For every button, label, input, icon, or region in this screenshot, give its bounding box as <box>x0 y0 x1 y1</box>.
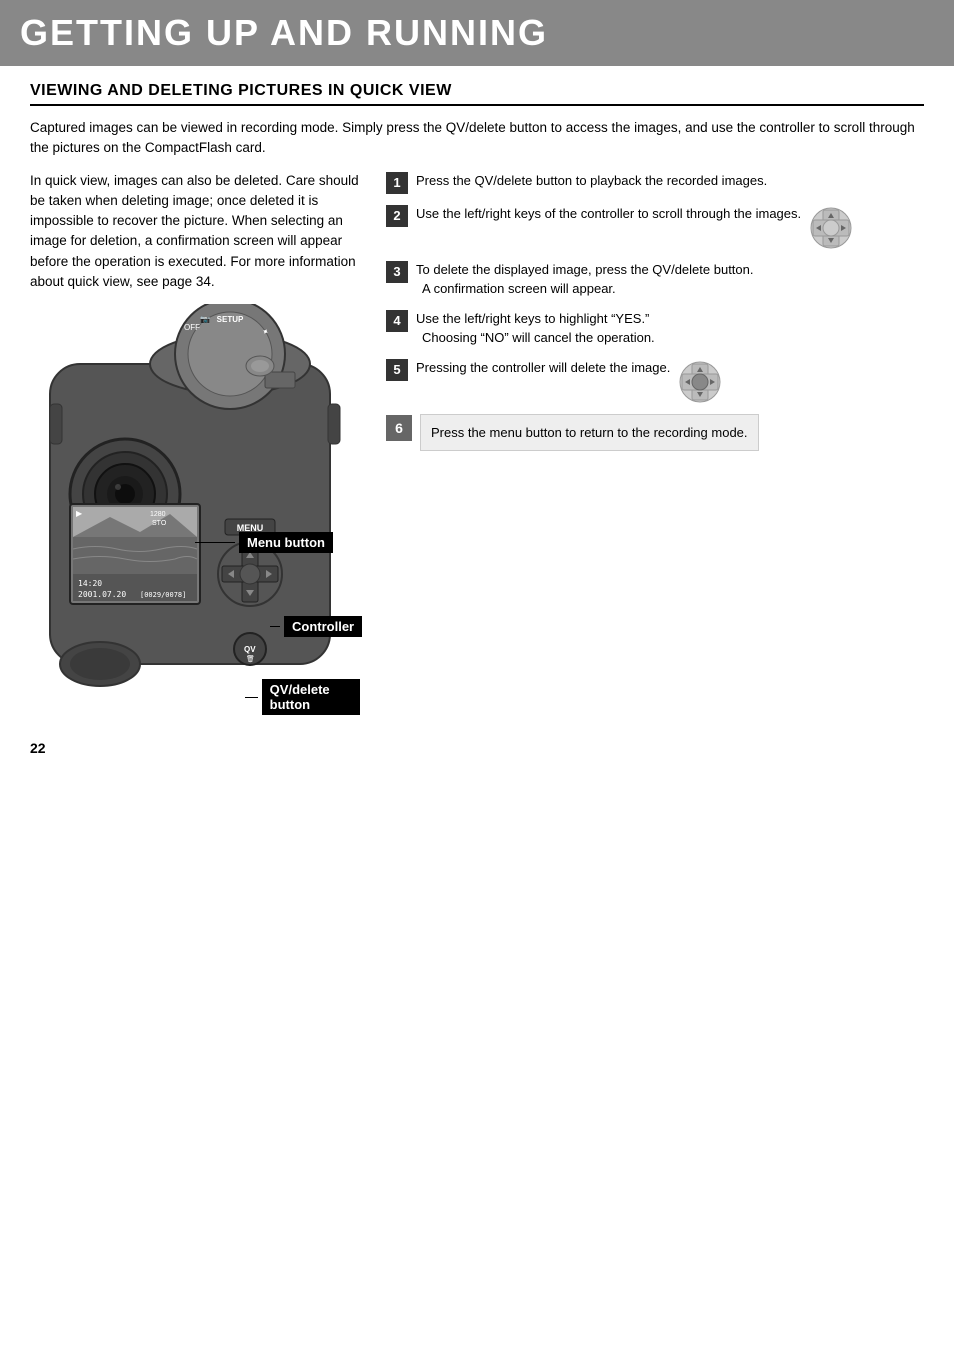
step-2-text: Use the left/right keys of the controlle… <box>416 204 801 224</box>
step-5-text: Pressing the controller will delete the … <box>416 358 670 378</box>
svg-text:1280: 1280 <box>150 511 166 518</box>
step-1-text: Press the QV/delete button to playback t… <box>416 171 767 191</box>
step-5-content: Pressing the controller will delete the … <box>416 358 722 404</box>
controller-label: Controller <box>284 616 362 637</box>
main-layout: In quick view, images can also be delete… <box>30 171 924 757</box>
controller-dpad-icon-step5 <box>678 360 722 404</box>
svg-text:QV: QV <box>244 645 256 654</box>
svg-text:2001.07.20: 2001.07.20 <box>78 590 126 599</box>
svg-text:📷: 📷 <box>200 315 210 324</box>
page-content: VIEWING AND DELETING PICTURES IN QUICK V… <box>0 66 954 776</box>
step-6-number: 6 <box>386 415 412 441</box>
page-number: 22 <box>30 740 370 756</box>
page-header: GETTING UP AND RUNNING <box>0 0 954 66</box>
svg-text:[0029/0078]: [0029/0078] <box>140 591 186 599</box>
step-6: 6 Press the menu button to return to the… <box>386 414 924 452</box>
intro-paragraph1: Captured images can be viewed in recordi… <box>30 118 924 159</box>
section-title: VIEWING AND DELETING PICTURES IN QUICK V… <box>30 82 924 106</box>
controller-label-group: Controller <box>270 616 362 637</box>
intro-paragraph2: In quick view, images can also be delete… <box>30 171 370 293</box>
step-2-content: Use the left/right keys of the controlle… <box>416 204 853 250</box>
right-column: 1 Press the QV/delete button to playback… <box>386 171 924 757</box>
qv-label-group: QV/delete button <box>245 679 360 715</box>
svg-text:14:20: 14:20 <box>78 579 102 588</box>
step-3-bullet: A confirmation screen will appear. <box>416 279 754 299</box>
svg-text:🗑: 🗑 <box>246 654 255 663</box>
step-4: 4 Use the left/right keys to highlight “… <box>386 309 924 348</box>
step-5-number: 5 <box>386 359 408 381</box>
step-1: 1 Press the QV/delete button to playback… <box>386 171 924 194</box>
left-column: In quick view, images can also be delete… <box>30 171 370 757</box>
step-3-number: 3 <box>386 261 408 283</box>
svg-text:▶: ▶ <box>76 509 83 518</box>
qv-delete-label: QV/delete button <box>262 679 360 715</box>
svg-text:STO: STO <box>152 520 167 527</box>
step-5: 5 Pressing the controller will delete th… <box>386 358 924 404</box>
step-1-number: 1 <box>386 172 408 194</box>
steps-container: 1 Press the QV/delete button to playback… <box>386 171 924 452</box>
svg-text:OFF: OFF <box>184 323 200 332</box>
step-3: 3 To delete the displayed image, press t… <box>386 260 924 299</box>
step-4-text: Use the left/right keys to highlight “YE… <box>416 309 655 348</box>
svg-text:SETUP: SETUP <box>217 315 244 324</box>
step-4-number: 4 <box>386 310 408 332</box>
menu-button-label-group: Menu button <box>195 532 333 553</box>
step-2-number: 2 <box>386 205 408 227</box>
menu-button-label: Menu button <box>239 532 333 553</box>
camera-diagram: SETUP ✦ 📷 OFF <box>30 304 360 724</box>
controller-dpad-icon-step2 <box>809 206 853 250</box>
page-title: GETTING UP AND RUNNING <box>20 12 934 54</box>
step-6-text: Press the menu button to return to the r… <box>420 414 759 452</box>
step-3-text: To delete the displayed image, press the… <box>416 260 754 299</box>
step-4-bullet: Choosing “NO” will cancel the operation. <box>416 328 655 348</box>
step-2: 2 Use the left/right keys of the control… <box>386 204 924 250</box>
camera-svg: SETUP ✦ 📷 OFF <box>30 304 360 724</box>
